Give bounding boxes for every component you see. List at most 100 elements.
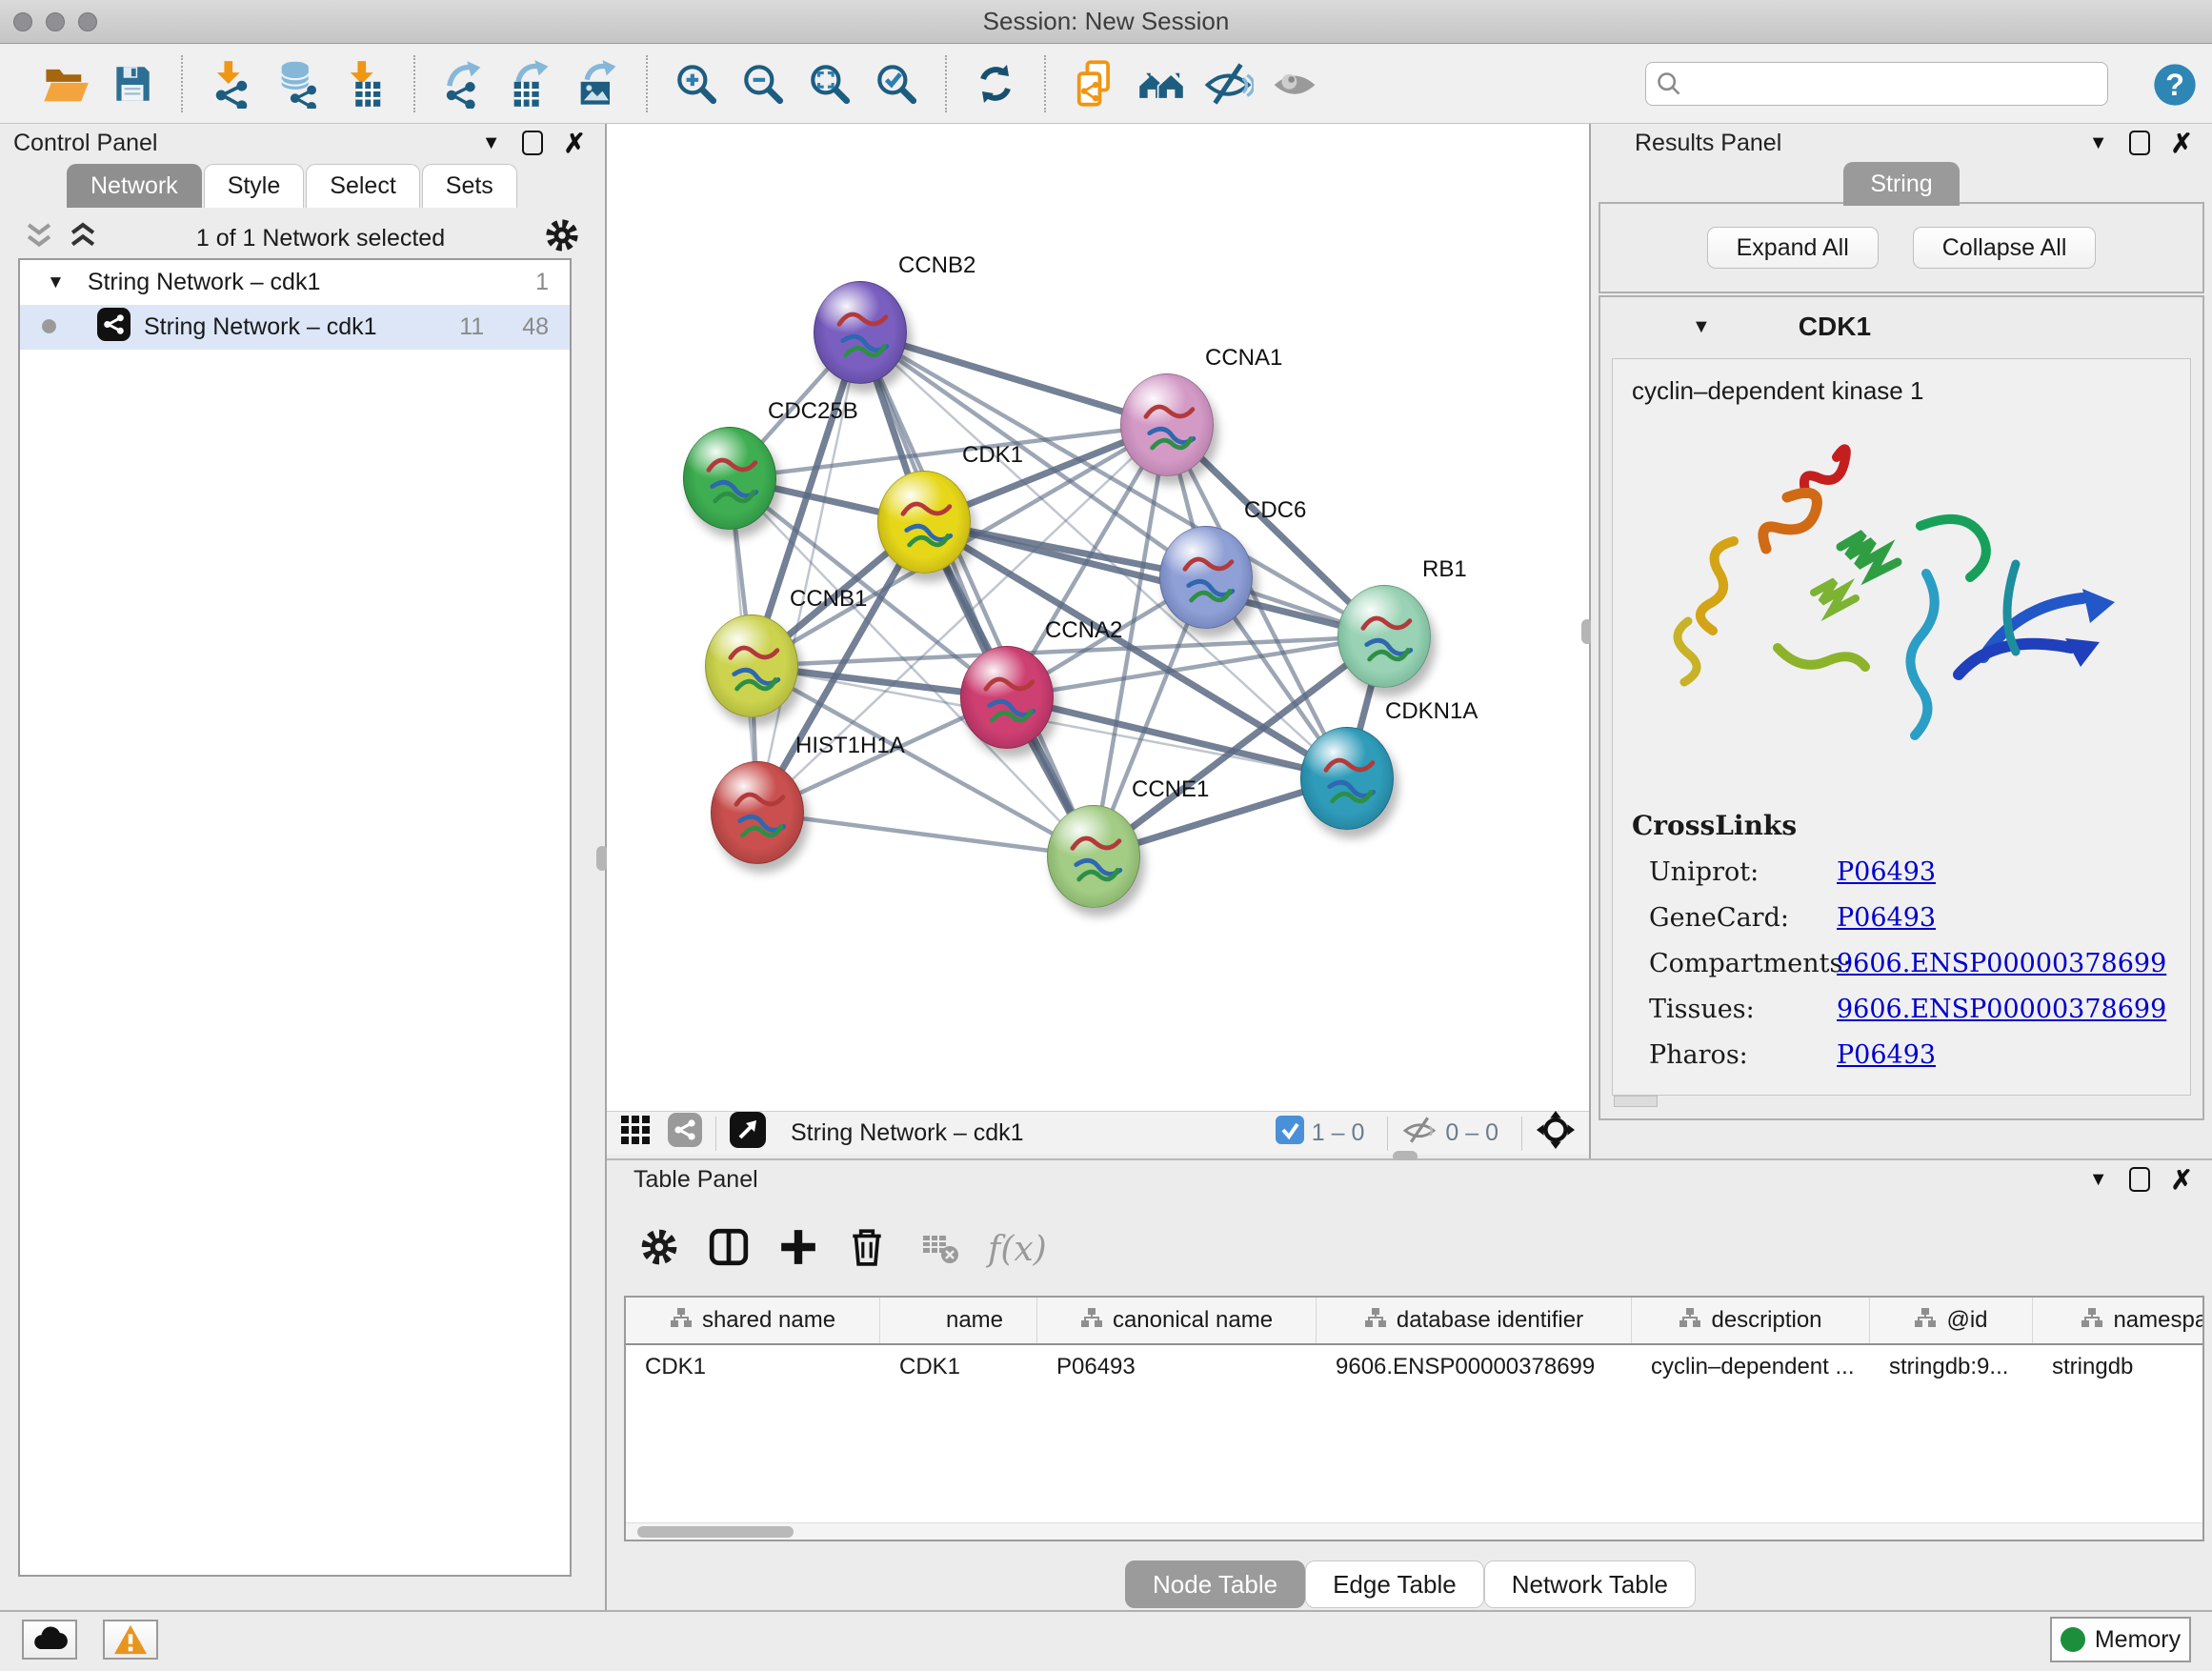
table-row[interactable]: CDK1CDK1P064939606.ENSP00000378699cyclin… <box>626 1345 2202 1389</box>
network-node[interactable] <box>711 761 804 864</box>
table-cell[interactable]: CDK1 <box>880 1354 1037 1380</box>
import-table-file-icon[interactable] <box>338 57 392 111</box>
close-panel-icon[interactable]: ✗ <box>2171 1164 2193 1196</box>
help-icon[interactable]: ? <box>2148 58 2202 111</box>
column-header[interactable]: @id <box>1870 1298 2033 1343</box>
show-columns-icon[interactable] <box>708 1226 750 1273</box>
network-node[interactable] <box>683 427 776 530</box>
copy-network-icon[interactable] <box>1068 57 1121 111</box>
selected-checkbox-icon[interactable] <box>1276 1116 1304 1151</box>
table-cell[interactable]: stringdb <box>2033 1354 2204 1380</box>
function-builder-icon[interactable]: f(x) <box>988 1230 1047 1269</box>
zoom-selected-icon[interactable] <box>870 57 923 111</box>
tab-select[interactable]: Select <box>306 164 419 208</box>
network-node[interactable] <box>1300 727 1394 830</box>
network-node[interactable] <box>1120 373 1214 476</box>
table-gear-icon[interactable] <box>639 1227 679 1272</box>
column-header[interactable]: name <box>880 1298 1037 1343</box>
export-image-icon[interactable] <box>571 57 624 111</box>
crosslink-link[interactable]: P06493 <box>1837 1040 1936 1070</box>
close-panel-icon[interactable]: ✗ <box>2171 128 2193 159</box>
crosslink-link[interactable]: P06493 <box>1837 857 1936 887</box>
table-cell[interactable]: P06493 <box>1037 1354 1317 1380</box>
table-cell[interactable]: cyclin–dependent ... <box>1632 1354 1870 1380</box>
import-network-file-icon[interactable] <box>205 57 258 111</box>
search-input[interactable] <box>1682 65 2107 103</box>
crosslink-link[interactable]: 9606.ENSP00000378699 <box>1837 995 2166 1024</box>
scrollbar-thumb[interactable] <box>637 1526 794 1538</box>
hidden-eye-icon[interactable] <box>1401 1112 1438 1155</box>
birdseye-view-icon[interactable] <box>730 1112 766 1155</box>
refresh-icon[interactable] <box>969 57 1022 111</box>
string-view-icon[interactable] <box>668 1113 702 1154</box>
network-node[interactable] <box>814 281 907 384</box>
export-network-icon[interactable] <box>437 57 491 111</box>
tab-network[interactable]: Network <box>67 164 202 208</box>
table-cell[interactable]: stringdb:9... <box>1870 1354 2033 1380</box>
column-header[interactable]: namespace <box>2033 1298 2204 1343</box>
status-bar: Memory <box>0 1610 2212 1671</box>
network-edge[interactable] <box>757 813 1094 856</box>
column-header[interactable]: database identifier <box>1317 1298 1632 1343</box>
network-collection-row[interactable]: ▼ String Network – cdk1 1 <box>20 260 570 305</box>
grid-mode-icon[interactable] <box>620 1115 651 1152</box>
network-node[interactable] <box>960 646 1054 749</box>
table-cell[interactable]: CDK1 <box>626 1354 880 1380</box>
delete-column-trash-icon[interactable] <box>847 1227 887 1272</box>
collection-expand-icon[interactable]: ▼ <box>20 272 65 293</box>
network-node[interactable] <box>1337 585 1431 688</box>
column-header[interactable]: canonical name <box>1037 1298 1317 1343</box>
gene-section-header[interactable]: ▼ CDK1 <box>1600 297 2202 356</box>
table-horizontal-scrollbar[interactable] <box>626 1522 2202 1540</box>
tab-style[interactable]: Style <box>204 164 305 208</box>
add-column-icon[interactable] <box>778 1227 818 1272</box>
float-panel-icon[interactable]: ▼ <box>2089 1169 2108 1191</box>
network-node[interactable] <box>877 471 971 574</box>
expand-all-networks-icon[interactable] <box>69 222 97 255</box>
save-session-icon[interactable] <box>106 57 159 111</box>
crosslink-link[interactable]: P06493 <box>1837 903 1936 933</box>
open-session-icon[interactable] <box>39 57 92 111</box>
maximize-panel-icon[interactable] <box>2129 1167 2150 1192</box>
column-header[interactable]: shared name <box>626 1298 880 1343</box>
zoom-out-icon[interactable] <box>736 57 790 111</box>
maximize-panel-icon[interactable] <box>522 131 543 155</box>
tab-node-table[interactable]: Node Table <box>1125 1560 1305 1608</box>
crosslink-link[interactable]: 9606.ENSP00000378699 <box>1837 949 2166 978</box>
delete-table-icon[interactable] <box>921 1228 959 1271</box>
zoom-fit-icon[interactable] <box>803 57 856 111</box>
network-node[interactable] <box>1047 805 1140 908</box>
table-cell[interactable]: 9606.ENSP00000378699 <box>1317 1354 1632 1380</box>
warning-status-button[interactable] <box>103 1620 158 1660</box>
tab-network-table[interactable]: Network Table <box>1484 1560 1696 1608</box>
float-panel-icon[interactable]: ▼ <box>2089 132 2108 154</box>
maximize-panel-icon[interactable] <box>2129 131 2150 155</box>
network-node[interactable] <box>1159 526 1253 629</box>
float-panel-icon[interactable]: ▼ <box>482 132 501 154</box>
network-node[interactable] <box>705 614 798 717</box>
string-home-icon[interactable] <box>1135 57 1188 111</box>
network-row[interactable]: String Network – cdk1 11 48 <box>20 305 570 350</box>
zoom-in-icon[interactable] <box>670 57 723 111</box>
cloud-status-button[interactable] <box>22 1620 77 1660</box>
show-all-eye-icon[interactable] <box>1268 57 1321 111</box>
hide-selected-eye-icon[interactable] <box>1201 57 1255 111</box>
tab-sets[interactable]: Sets <box>422 164 517 208</box>
memory-button[interactable]: Memory <box>2050 1617 2191 1662</box>
close-panel-icon[interactable]: ✗ <box>564 128 586 159</box>
network-options-gear-icon[interactable] <box>544 217 580 260</box>
collapse-all-button[interactable]: Collapse All <box>1913 227 2097 269</box>
network-edge[interactable] <box>860 332 1094 856</box>
export-table-icon[interactable] <box>504 57 557 111</box>
tab-string[interactable]: String <box>1843 162 1959 206</box>
import-network-database-icon[interactable] <box>271 57 325 111</box>
network-edge[interactable] <box>1007 697 1347 778</box>
collapse-all-networks-icon[interactable] <box>25 222 53 255</box>
network-view-canvas[interactable]: CCNB2CCNA1CDC25BCDK1CDC6RB1CCNB1CCNA2CDK… <box>607 124 1589 1111</box>
tab-edge-table[interactable]: Edge Table <box>1305 1560 1484 1608</box>
section-collapse-icon[interactable]: ▼ <box>1600 316 1711 338</box>
fit-content-crosshair-icon[interactable] <box>1536 1110 1576 1157</box>
expand-all-button[interactable]: Expand All <box>1707 227 1879 269</box>
column-header[interactable]: description <box>1632 1298 1870 1343</box>
results-scrollbar-notch[interactable] <box>1614 1096 1658 1107</box>
